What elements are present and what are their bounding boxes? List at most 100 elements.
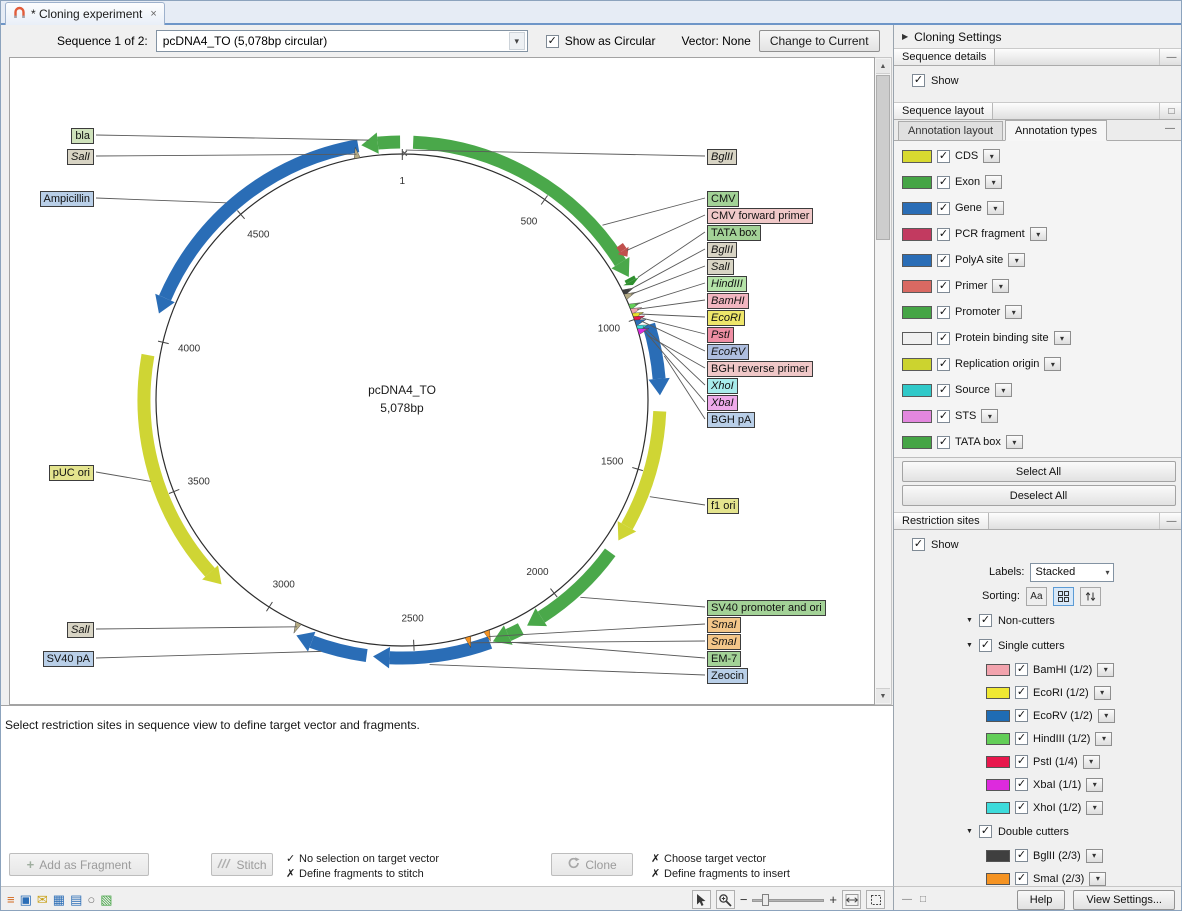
plasmid-map-canvas[interactable]: 150010001500200025003000350040004500×pcD… xyxy=(9,57,875,705)
vertical-scrollbar[interactable]: ▲ ▼ xyxy=(875,57,892,705)
feature-tata-box[interactable] xyxy=(623,277,639,285)
map-label[interactable]: EM-7 xyxy=(707,651,741,667)
annotation-type-checkbox[interactable]: ✓ xyxy=(937,228,950,241)
restriction-group-checkbox[interactable]: ✓ xyxy=(979,614,992,627)
enzyme-dropdown-icon[interactable]: ▾ xyxy=(1094,686,1111,700)
annotation-type-checkbox[interactable]: ✓ xyxy=(937,410,950,423)
sequence-details-show-checkbox[interactable]: ✓ xyxy=(912,74,925,87)
feature-bla-promoter[interactable] xyxy=(361,133,400,154)
map-label[interactable]: BglII xyxy=(707,242,737,258)
map-label[interactable]: pUC ori xyxy=(49,465,94,481)
enzyme-checkbox[interactable]: ✓ xyxy=(1015,755,1028,768)
fit-width-button[interactable] xyxy=(842,890,861,909)
list-view-icon[interactable]: ≡ xyxy=(7,892,15,907)
map-label[interactable]: bla xyxy=(71,128,94,144)
history-view-icon[interactable]: ○ xyxy=(87,892,95,907)
float-panel-icon[interactable]: □ xyxy=(920,894,926,905)
annotation-type-checkbox[interactable]: ✓ xyxy=(937,202,950,215)
scroll-up-icon[interactable]: ▲ xyxy=(876,59,890,74)
enzyme-checkbox[interactable]: ✓ xyxy=(1015,709,1028,722)
enzyme-checkbox[interactable]: ✓ xyxy=(1015,778,1028,791)
enzyme-checkbox[interactable]: ✓ xyxy=(1015,801,1028,814)
section-sequence-details[interactable]: Sequence details — xyxy=(894,48,1182,66)
annotation-type-dropdown-icon[interactable]: ▾ xyxy=(1006,435,1023,449)
collapse-section-icon[interactable]: — xyxy=(1159,49,1182,65)
annotation-type-dropdown-icon[interactable]: ▾ xyxy=(1054,331,1071,345)
restriction-group-row[interactable]: ▼✓Single cutters xyxy=(894,633,1182,658)
section-sequence-layout[interactable]: Sequence layout □ xyxy=(894,102,1182,120)
annotation-type-dropdown-icon[interactable]: ▾ xyxy=(985,175,1002,189)
select-all-button[interactable]: Select All xyxy=(902,461,1176,482)
selection-tool-button[interactable] xyxy=(692,890,711,909)
map-label[interactable]: SV40 pA xyxy=(43,651,94,667)
zoom-in-icon[interactable]: + xyxy=(829,892,837,907)
tab-annotation-layout[interactable]: Annotation layout xyxy=(898,121,1003,140)
stitch-button[interactable]: Stitch xyxy=(211,853,273,876)
map-label[interactable]: XhoI xyxy=(707,378,738,394)
restriction-group-checkbox[interactable]: ✓ xyxy=(979,825,992,838)
tab-annotation-types[interactable]: Annotation types xyxy=(1005,120,1107,141)
map-label[interactable]: CMV forward primer xyxy=(707,208,813,224)
annotation-table-icon[interactable]: ▤ xyxy=(70,892,82,907)
collapse-section-icon[interactable]: — xyxy=(1159,513,1182,529)
enzyme-dropdown-icon[interactable]: ▾ xyxy=(1083,755,1100,769)
annotation-type-checkbox[interactable]: ✓ xyxy=(937,280,950,293)
annotation-type-dropdown-icon[interactable]: ▾ xyxy=(1044,357,1061,371)
annotation-type-dropdown-icon[interactable]: ▾ xyxy=(992,279,1009,293)
map-label[interactable]: SmaI xyxy=(707,634,741,650)
map-label[interactable]: TATA box xyxy=(707,225,761,241)
restriction-group-row[interactable]: ▼✓Non-cutters xyxy=(894,608,1182,633)
map-label[interactable]: BGH reverse primer xyxy=(707,361,813,377)
labels-select[interactable]: Stacked ▾ xyxy=(1030,563,1114,582)
annotation-type-dropdown-icon[interactable]: ▾ xyxy=(981,409,998,423)
enzyme-checkbox[interactable]: ✓ xyxy=(1015,849,1028,862)
enzyme-checkbox[interactable]: ✓ xyxy=(1015,872,1028,885)
enzyme-dropdown-icon[interactable]: ▾ xyxy=(1095,732,1112,746)
deselect-all-button[interactable]: Deselect All xyxy=(902,485,1176,506)
annotation-type-checkbox[interactable]: ✓ xyxy=(937,176,950,189)
map-label[interactable]: Ampicillin xyxy=(40,191,94,207)
annotation-type-dropdown-icon[interactable]: ▾ xyxy=(983,149,1000,163)
sort-by-length-button[interactable] xyxy=(1080,587,1101,606)
tree-expand-icon[interactable]: ▼ xyxy=(966,828,973,835)
map-label[interactable]: SalI xyxy=(707,259,734,275)
map-label[interactable]: EcoRV xyxy=(707,344,749,360)
annotation-type-dropdown-icon[interactable]: ▾ xyxy=(1030,227,1047,241)
annotation-type-checkbox[interactable]: ✓ xyxy=(937,358,950,371)
enzyme-checkbox[interactable]: ✓ xyxy=(1015,732,1028,745)
zoom-slider[interactable] xyxy=(752,893,824,907)
close-tab-icon[interactable]: × xyxy=(150,8,156,20)
expand-section-icon[interactable]: □ xyxy=(1159,103,1182,119)
enzyme-dropdown-icon[interactable]: ▾ xyxy=(1086,849,1103,863)
tree-expand-icon[interactable]: ▼ xyxy=(966,642,973,649)
annotation-type-checkbox[interactable]: ✓ xyxy=(937,384,950,397)
map-label[interactable]: PstI xyxy=(707,327,734,343)
enzyme-checkbox[interactable]: ✓ xyxy=(1015,663,1028,676)
map-label[interactable]: HindIII xyxy=(707,276,747,292)
annotation-type-checkbox[interactable]: ✓ xyxy=(937,306,950,319)
feature-sv40-promoter-and-origin[interactable] xyxy=(527,552,610,626)
map-label[interactable]: SV40 promoter and ori xyxy=(707,600,826,616)
zoom-full-button[interactable] xyxy=(866,890,885,909)
annotation-type-dropdown-icon[interactable]: ▾ xyxy=(995,383,1012,397)
element-info-icon[interactable]: ▧ xyxy=(100,892,112,907)
feature-f1-origin[interactable] xyxy=(618,411,660,540)
mail-view-icon[interactable]: ✉ xyxy=(37,892,48,907)
cloning-settings-header[interactable]: ▶ Cloning Settings xyxy=(894,25,1182,48)
add-as-fragment-button[interactable]: + Add as Fragment xyxy=(9,853,149,876)
circular-view-icon[interactable]: ▣ xyxy=(20,892,32,907)
zoom-slider-thumb[interactable] xyxy=(762,894,769,906)
collapse-section-icon[interactable]: — xyxy=(1165,123,1175,134)
tab-cloning-experiment[interactable]: * Cloning experiment × xyxy=(5,2,165,25)
enzyme-dropdown-icon[interactable]: ▾ xyxy=(1097,663,1114,677)
zoom-tool-button[interactable] xyxy=(716,890,735,909)
annotation-type-dropdown-icon[interactable]: ▾ xyxy=(987,201,1004,215)
restriction-group-checkbox[interactable]: ✓ xyxy=(979,639,992,652)
clone-button[interactable]: Clone xyxy=(551,853,633,876)
enzyme-checkbox[interactable]: ✓ xyxy=(1015,686,1028,699)
zoom-out-icon[interactable]: − xyxy=(740,892,748,907)
map-label[interactable]: SmaI xyxy=(707,617,741,633)
view-settings-button[interactable]: View Settings... xyxy=(1073,890,1175,910)
feature-cmv-promoter[interactable] xyxy=(413,142,629,277)
map-label[interactable]: EcoRI xyxy=(707,310,745,326)
